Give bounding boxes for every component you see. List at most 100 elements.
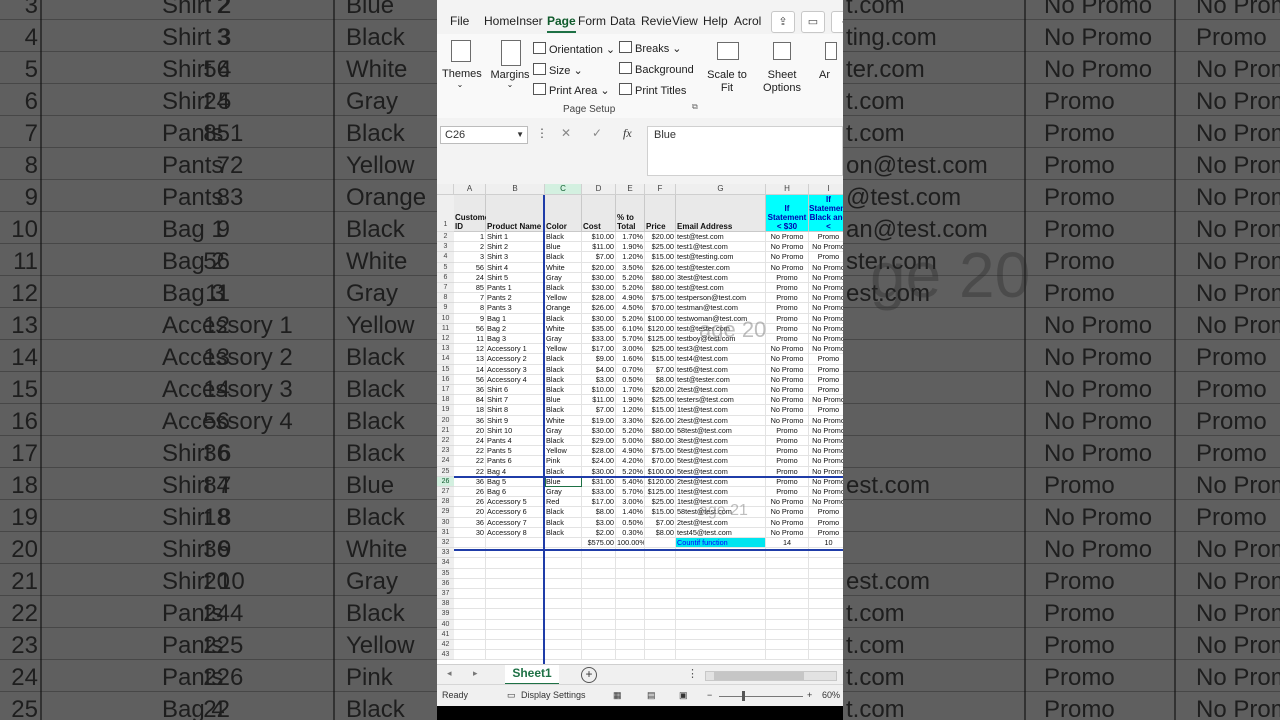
scale-to-fit-icon[interactable] — [717, 42, 739, 60]
empty-cell[interactable] — [545, 629, 582, 640]
data-cell[interactable]: $15.00 — [645, 405, 676, 416]
empty-cell[interactable] — [676, 619, 766, 630]
data-cell[interactable]: $26.00 — [645, 415, 676, 426]
data-cell[interactable]: 5test@test.com — [676, 456, 766, 467]
data-cell[interactable]: 6.10% — [616, 323, 645, 334]
row-header[interactable]: 25 — [437, 466, 454, 477]
data-cell[interactable]: No Promo — [809, 334, 843, 345]
data-cell[interactable]: Black — [545, 232, 582, 243]
empty-cell[interactable] — [582, 640, 616, 651]
data-cell[interactable]: test1@test.com — [676, 242, 766, 253]
data-cell[interactable]: No Promo — [766, 262, 809, 273]
data-cell[interactable]: 2test@test.com — [676, 415, 766, 426]
data-cell[interactable]: $20.00 — [582, 262, 616, 273]
empty-cell[interactable] — [766, 629, 809, 640]
data-cell[interactable]: Promo — [766, 456, 809, 467]
column-header-d[interactable]: D — [582, 184, 616, 195]
insert-function-button[interactable]: fx — [623, 126, 632, 141]
row-header[interactable]: 40 — [437, 619, 454, 630]
data-cell[interactable]: $7.00 — [582, 252, 616, 263]
zoom-in-icon[interactable]: + — [807, 690, 812, 700]
data-cell[interactable]: 56 — [454, 323, 486, 334]
data-cell[interactable]: Bag 1 — [486, 313, 545, 324]
data-cell[interactable]: 36 — [454, 517, 486, 528]
data-cell[interactable]: No Promo — [809, 487, 843, 498]
total-cell[interactable]: 14 — [766, 538, 809, 549]
sheet-options-icon[interactable] — [773, 42, 791, 60]
data-cell[interactable]: Shirt 9 — [486, 415, 545, 426]
data-cell[interactable]: No Promo — [809, 293, 843, 304]
data-cell[interactable]: 5.20% — [616, 283, 645, 294]
data-cell[interactable]: Accessory 7 — [486, 517, 545, 528]
empty-cell[interactable] — [766, 568, 809, 579]
data-cell[interactable] — [454, 538, 486, 549]
data-cell[interactable]: 1.20% — [616, 252, 645, 263]
select-all-corner[interactable] — [437, 184, 454, 195]
empty-cell[interactable] — [616, 619, 645, 630]
data-cell[interactable]: test@testing.com — [676, 252, 766, 263]
header-cell[interactable]: If Statement Black and < — [809, 195, 843, 232]
prev-sheet-icon[interactable]: ◂ — [447, 668, 452, 679]
tab-data[interactable]: Data — [610, 14, 635, 28]
data-cell[interactable]: Promo — [766, 313, 809, 324]
empty-cell[interactable] — [676, 629, 766, 640]
empty-cell[interactable] — [616, 589, 645, 600]
empty-cell[interactable] — [616, 558, 645, 569]
data-cell[interactable]: Promo — [809, 385, 843, 396]
row-header[interactable]: 33 — [437, 548, 454, 559]
data-cell[interactable]: $15.00 — [645, 354, 676, 365]
row-header[interactable]: 36 — [437, 578, 454, 589]
row-header[interactable]: 41 — [437, 629, 454, 640]
data-cell[interactable]: Accessory 4 — [486, 374, 545, 385]
empty-cell[interactable] — [809, 650, 843, 661]
data-cell[interactable]: 8 — [454, 303, 486, 314]
data-cell[interactable]: $31.00 — [582, 476, 616, 487]
data-cell[interactable]: Shirt 8 — [486, 405, 545, 416]
more-options-icon[interactable]: ⋮ — [536, 126, 548, 140]
data-cell[interactable]: Accessory 5 — [486, 497, 545, 508]
zoom-out-icon[interactable]: − — [707, 690, 712, 700]
data-cell[interactable]: $28.00 — [582, 446, 616, 457]
data-cell[interactable]: Yellow — [545, 293, 582, 304]
empty-cell[interactable] — [766, 578, 809, 589]
data-cell[interactable]: 2test@test.com — [676, 476, 766, 487]
tab-home[interactable]: Home — [484, 14, 516, 28]
row-header[interactable]: 29 — [437, 507, 454, 518]
data-cell[interactable]: $8.00 — [582, 507, 616, 518]
row-header[interactable]: 9 — [437, 303, 454, 314]
data-cell[interactable]: Red — [545, 497, 582, 508]
data-cell[interactable]: Pants 2 — [486, 293, 545, 304]
empty-cell[interactable] — [766, 589, 809, 600]
row-header[interactable]: 21 — [437, 425, 454, 436]
empty-cell[interactable] — [545, 589, 582, 600]
data-cell[interactable]: Bag 6 — [486, 487, 545, 498]
worksheet-grid[interactable]: A B C D E F G H I 1 Customer ID Product Name Color Co… — [437, 184, 843, 664]
data-cell[interactable]: Promo — [766, 476, 809, 487]
data-cell[interactable]: Promo — [766, 323, 809, 334]
data-cell[interactable]: Promo — [766, 293, 809, 304]
empty-cell[interactable] — [486, 650, 545, 661]
data-cell[interactable]: $17.00 — [582, 497, 616, 508]
data-cell[interactable]: Pants 3 — [486, 303, 545, 314]
tab-review[interactable]: Revie — [641, 14, 672, 28]
active-cell[interactable]: Blue — [545, 476, 582, 487]
data-cell[interactable]: No Promo — [809, 446, 843, 457]
data-cell[interactable]: 1.90% — [616, 395, 645, 406]
row-header[interactable]: 15 — [437, 364, 454, 375]
data-cell[interactable]: 1test@test.com — [676, 405, 766, 416]
empty-cell[interactable] — [486, 619, 545, 630]
column-header-a[interactable]: A — [454, 184, 486, 195]
data-cell[interactable]: $7.00 — [645, 517, 676, 528]
data-cell[interactable]: testers@test.com — [676, 395, 766, 406]
data-cell[interactable]: 20 — [454, 425, 486, 436]
more-icon[interactable]: · — [831, 11, 843, 33]
data-cell[interactable]: Promo — [766, 283, 809, 294]
data-cell[interactable]: No Promo — [766, 415, 809, 426]
empty-cell[interactable] — [486, 599, 545, 610]
zoom-slider[interactable] — [719, 696, 803, 697]
data-cell[interactable]: Shirt 4 — [486, 262, 545, 273]
row-header[interactable]: 3 — [437, 242, 454, 253]
data-cell[interactable]: Yellow — [545, 344, 582, 355]
data-cell[interactable]: $8.00 — [645, 527, 676, 538]
data-cell[interactable]: 4.50% — [616, 303, 645, 314]
